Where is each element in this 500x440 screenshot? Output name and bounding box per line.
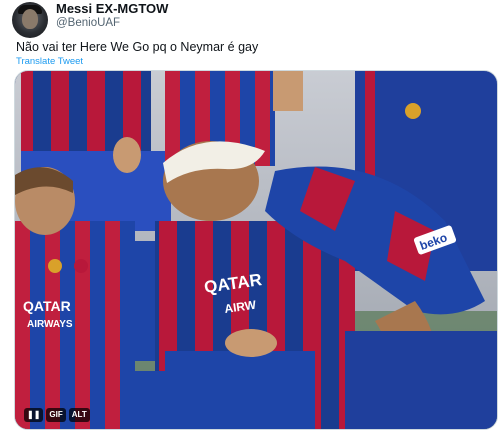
player-legs: [125, 371, 215, 429]
tweet-text: Não vai ter Here We Go pq o Neymar é gay: [16, 40, 259, 54]
avatar-face: [22, 9, 38, 29]
translate-tweet-link[interactable]: Translate Tweet: [16, 56, 83, 67]
gif-controls: ❚❚ GIF ALT: [24, 408, 90, 422]
author-handle[interactable]: @BenioUAF: [56, 17, 120, 29]
alt-badge[interactable]: ALT: [68, 408, 90, 422]
sponsor-text-left-1: QATAR: [23, 298, 71, 314]
gif-frame: QATAR AIRWAYS QATAR AIRW beko: [15, 71, 497, 429]
author-name[interactable]: Messi EX-MGTOW: [56, 1, 168, 16]
gif-badge: GIF: [46, 408, 66, 422]
avatar[interactable]: [12, 2, 48, 38]
player-legs: [220, 371, 300, 429]
sponsor-text-left-2: AIRWAYS: [27, 319, 73, 330]
pause-icon[interactable]: ❚❚: [24, 408, 44, 422]
tweet-card: Messi EX-MGTOW @BenioUAF Não vai ter Her…: [0, 0, 500, 440]
tweet-media-gif[interactable]: QATAR AIRWAYS QATAR AIRW beko: [14, 70, 498, 430]
